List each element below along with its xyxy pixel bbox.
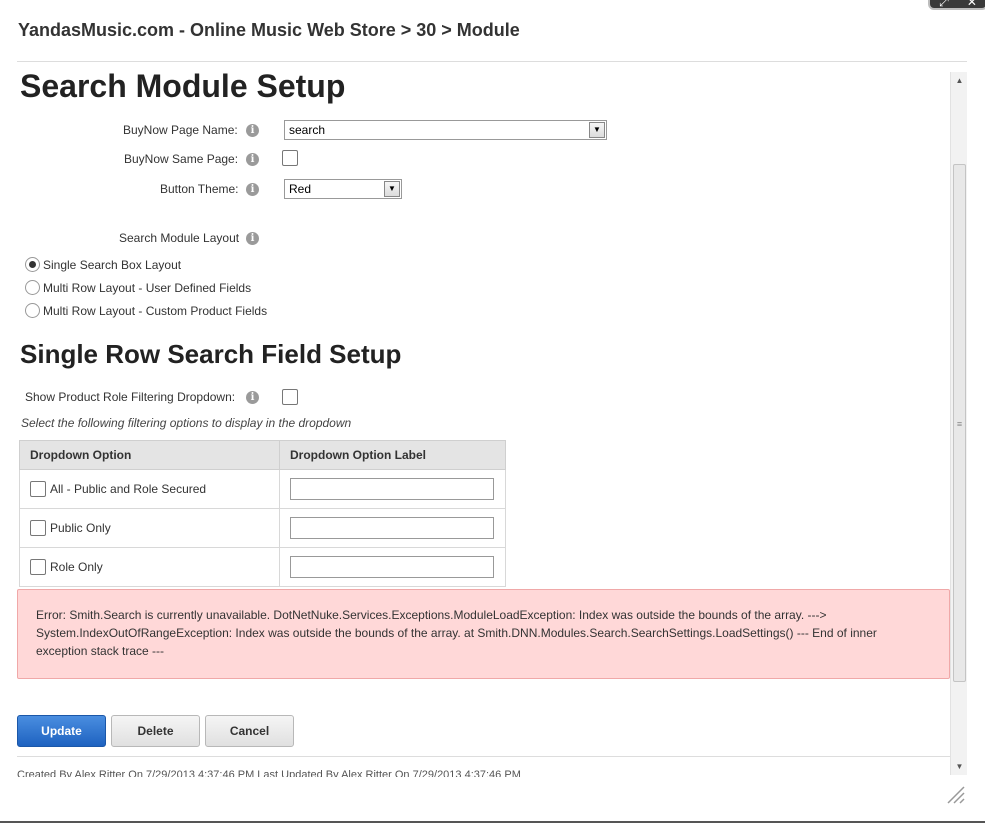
buynow-page-name-label: BuyNow Page Name: [123, 123, 238, 137]
scroll-thumb[interactable]: ≡ [953, 164, 966, 682]
chevron-down-icon: ▼ [589, 122, 605, 138]
button-theme-label: Button Theme: [160, 182, 239, 196]
dropdown-options-table: Dropdown Option Dropdown Option Label Al… [19, 440, 506, 587]
option-checkbox[interactable] [30, 481, 46, 497]
option-label: Role Only [50, 560, 103, 574]
option-checkbox[interactable] [30, 559, 46, 575]
scroll-up-icon[interactable]: ▲ [951, 72, 968, 89]
footer-divider [17, 756, 950, 757]
option-label-input[interactable] [290, 556, 494, 578]
resize-grip-icon[interactable] [944, 783, 966, 805]
radio-label: Multi Row Layout - User Defined Fields [43, 281, 252, 295]
role-filter-label: Show Product Role Filtering Dropdown: [25, 390, 236, 404]
close-icon[interactable]: ✕ [967, 0, 977, 9]
radio-single-search-box[interactable] [25, 257, 40, 272]
audit-footer: Created By Alex Ritter On 7/29/2013 4:37… [17, 769, 521, 777]
role-filter-checkbox[interactable] [282, 389, 298, 405]
radio-multi-row-user-defined[interactable] [25, 280, 40, 295]
info-icon[interactable]: i [246, 183, 259, 196]
window-controls: ⤢ ✕ [928, 0, 985, 10]
filter-hint: Select the following filtering options t… [21, 416, 352, 430]
vertical-scrollbar[interactable]: ▲ ≡ ▼ [950, 72, 967, 775]
table-row: Role Only [19, 547, 506, 587]
scroll-down-icon[interactable]: ▼ [951, 758, 968, 775]
section-title: Single Row Search Field Setup [20, 339, 402, 369]
buynow-page-name-select[interactable]: search ▼ [284, 120, 607, 140]
update-button[interactable]: Update [17, 715, 106, 747]
delete-button[interactable]: Delete [111, 715, 200, 747]
page-title: Search Module Setup [20, 68, 346, 104]
search-module-layout-label: Search Module Layout [119, 231, 240, 245]
option-label: All - Public and Role Secured [50, 482, 207, 496]
option-label-input[interactable] [290, 517, 494, 539]
chevron-down-icon: ▼ [384, 181, 400, 197]
buynow-same-page-checkbox[interactable] [282, 150, 298, 166]
option-label: Public Only [50, 521, 111, 535]
buynow-same-page-label: BuyNow Same Page: [124, 152, 239, 166]
table-row: Public Only [19, 508, 506, 548]
button-theme-select[interactable]: Red ▼ [284, 179, 402, 199]
column-header: Dropdown Option Label [279, 440, 506, 470]
module-settings-panel: Search Module Setup BuyNow Page Name: i … [0, 62, 950, 777]
info-icon[interactable]: i [246, 391, 259, 404]
expand-icon[interactable]: ⤢ [939, 0, 949, 10]
cancel-button[interactable]: Cancel [205, 715, 294, 747]
breadcrumb: YandasMusic.com - Online Music Web Store… [18, 20, 520, 40]
error-message: Error: Smith.Search is currently unavail… [17, 589, 950, 679]
info-icon[interactable]: i [246, 124, 259, 137]
info-icon[interactable]: i [246, 232, 259, 245]
radio-label: Single Search Box Layout [43, 258, 182, 272]
info-icon[interactable]: i [246, 153, 259, 166]
option-label-input[interactable] [290, 478, 494, 500]
radio-label: Multi Row Layout - Custom Product Fields [43, 304, 268, 318]
table-row: All - Public and Role Secured [19, 469, 506, 509]
option-checkbox[interactable] [30, 520, 46, 536]
column-header: Dropdown Option [19, 440, 280, 470]
radio-multi-row-custom-product[interactable] [25, 303, 40, 318]
